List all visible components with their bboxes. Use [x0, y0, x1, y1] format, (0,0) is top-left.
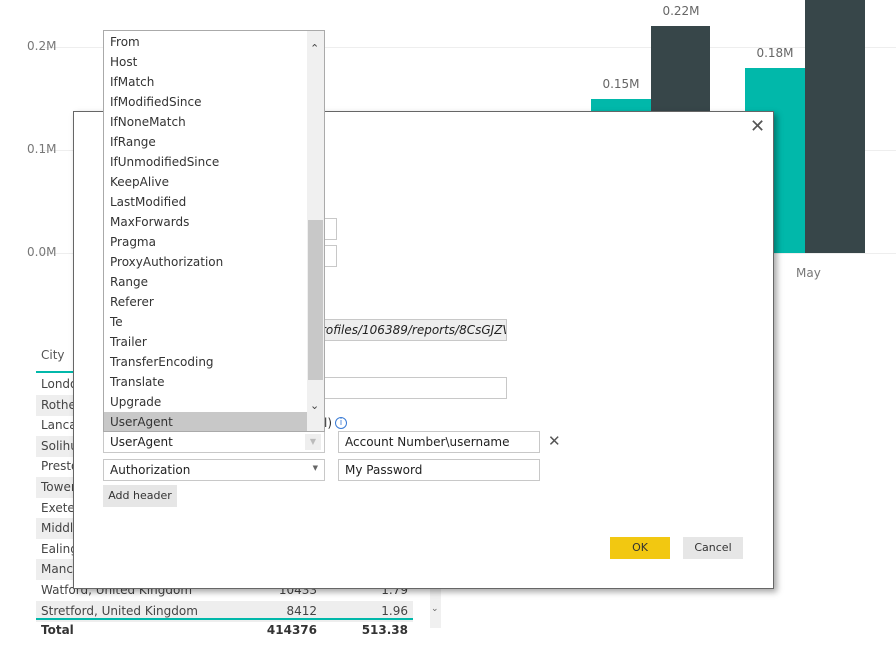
dropdown-arrow-icon[interactable]: ▼ — [313, 464, 318, 472]
city-cell: Rothe — [41, 397, 76, 412]
dropdown-option[interactable]: Translate — [104, 372, 308, 392]
city-cell: Manc — [41, 562, 73, 577]
city-cell: Londo — [41, 377, 78, 391]
dropdown-arrow-icon[interactable]: ▼ — [305, 434, 321, 450]
dropdown-option[interactable]: UserAgent — [104, 412, 308, 431]
dropdown-option[interactable]: Upgrade — [104, 392, 308, 412]
city-cell: Middl — [41, 521, 74, 536]
total-row: Total 414376 513.38 — [36, 620, 413, 641]
city-cell: Stretford, United Kingdom — [41, 603, 198, 618]
dropdown-option[interactable]: Range — [104, 272, 308, 292]
y-tick-label: 0.1M — [27, 142, 57, 156]
dropdown-option[interactable]: IfUnmodifiedSince — [104, 152, 308, 172]
chevron-down-icon[interactable]: ⌄ — [431, 604, 439, 614]
chevron-up-icon[interactable]: ⌄ — [310, 41, 319, 54]
ok-button[interactable]: OK — [610, 537, 670, 559]
dropdown-option[interactable]: Pragma — [104, 232, 308, 252]
dropdown-option[interactable]: Host — [104, 52, 308, 72]
value-cell-2: 1.96 — [381, 603, 408, 618]
scrollbar-thumb[interactable] — [308, 220, 323, 380]
dropdown-option[interactable]: KeepAlive — [104, 172, 308, 192]
remove-header-icon[interactable]: ✕ — [548, 432, 561, 450]
dropdown-option[interactable]: ProxyAuthorization — [104, 252, 308, 272]
dropdown-option[interactable]: Referer — [104, 292, 308, 312]
total-label: Total — [41, 623, 74, 637]
header-name-select-2[interactable]: Authorization ▼ — [103, 459, 325, 481]
x-tick-label: May — [796, 266, 821, 280]
y-tick-label: 0.2M — [27, 39, 57, 53]
url-input[interactable]: rofiles/106389/reports/8CsGJZVp4s — [310, 319, 507, 341]
dropdown-option[interactable]: IfMatch — [104, 72, 308, 92]
header-name-dropdown-list[interactable]: From Host IfMatch IfModifiedSince IfNoneMatc… — [103, 30, 325, 432]
total-value-2: 513.38 — [361, 623, 408, 637]
info-icon[interactable]: i — [335, 417, 347, 429]
column-header-city[interactable]: City — [41, 348, 65, 362]
header-value-input-2[interactable]: My Password — [338, 459, 540, 481]
dropdown-option[interactable]: MaxForwards — [104, 212, 308, 232]
headers-label: l) — [324, 416, 333, 430]
add-header-button[interactable]: Add header — [103, 485, 177, 507]
dropdown-scrollbar[interactable]: ⌄ ⌄ — [307, 31, 324, 431]
total-value-1: 414376 — [266, 623, 317, 637]
dropdown-option[interactable]: Te — [104, 312, 308, 332]
dropdown-option[interactable]: IfRange — [104, 132, 308, 152]
chevron-down-icon[interactable]: ⌄ — [310, 399, 319, 412]
header-value-input-1[interactable]: Account Number\username — [338, 431, 540, 453]
bar[interactable] — [805, 0, 865, 253]
cancel-button[interactable]: Cancel — [683, 537, 743, 559]
y-tick-label: 0.0M — [27, 245, 57, 259]
data-label: 0.22M — [662, 4, 700, 19]
dropdown-option[interactable]: LastModified — [104, 192, 308, 212]
data-label: 0.15M — [602, 76, 640, 91]
dropdown-option[interactable]: Trailer — [104, 332, 308, 352]
dropdown-option[interactable]: IfModifiedSince — [104, 92, 308, 112]
data-label: 0.18M — [756, 45, 794, 60]
dropdown-option[interactable]: IfNoneMatch — [104, 112, 308, 132]
dropdown-option[interactable]: From — [104, 32, 308, 52]
city-cell: Tower — [41, 480, 76, 494]
close-icon[interactable]: ✕ — [750, 116, 765, 137]
timeout-input[interactable] — [310, 377, 507, 399]
header-name-select-1[interactable]: UserAgent ▼ — [103, 431, 325, 453]
header-name-value: UserAgent — [110, 435, 173, 449]
dropdown-option[interactable]: TransferEncoding — [104, 352, 308, 372]
city-cell: Lanca — [41, 418, 77, 433]
value-cell-1: 8412 — [286, 603, 317, 618]
city-cell: Exete — [41, 500, 75, 515]
header-name-value: Authorization — [110, 463, 191, 477]
